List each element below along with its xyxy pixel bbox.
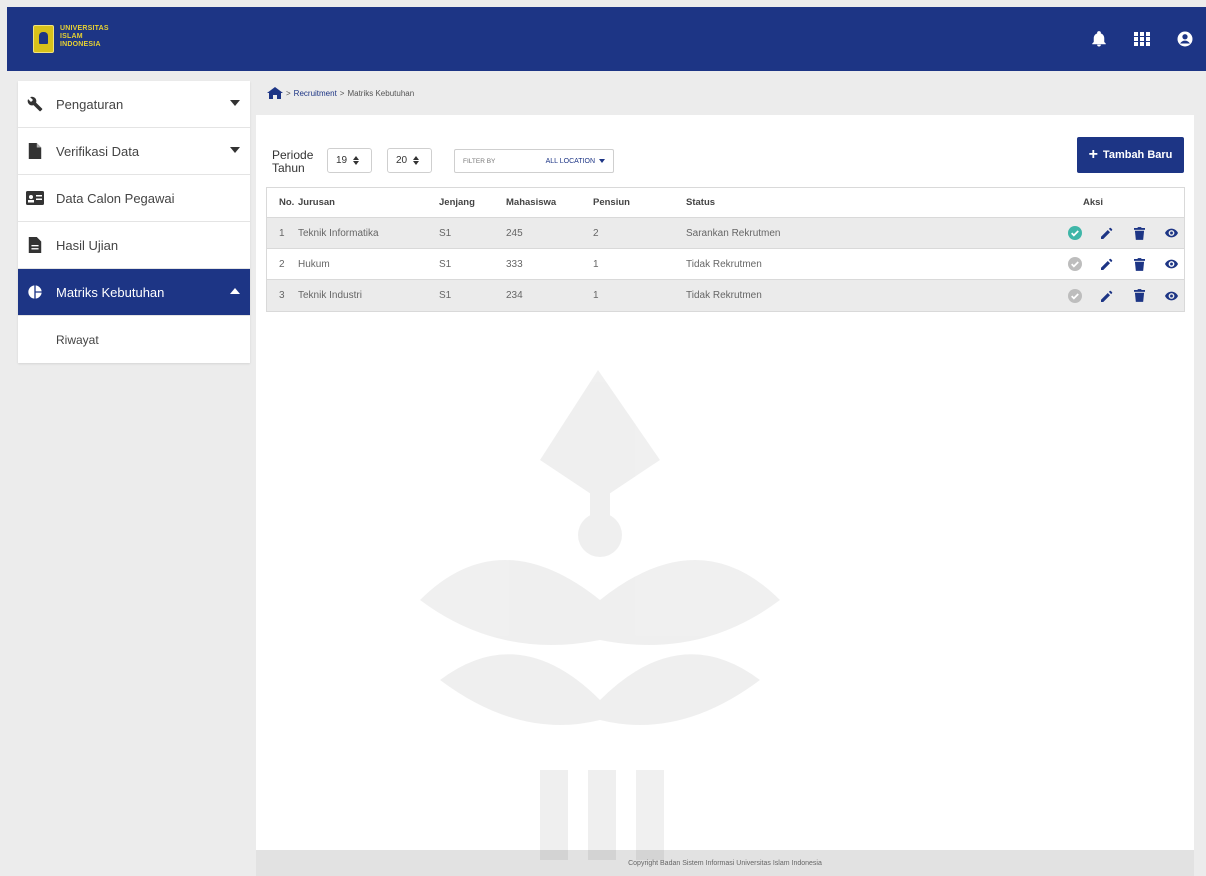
add-new-button[interactable]: + Tambah Baru [1077,137,1184,173]
logo-text: UNIVERSITAS ISLAM INDONESIA [60,25,109,49]
view-eye-icon[interactable] [1164,257,1178,271]
table-header-row: No. Jurusan Jenjang Mahasiswa Pensiun St… [267,188,1184,218]
cell-jurusan: Hukum [298,258,330,270]
col-header-no: No. [279,197,295,208]
delete-trash-icon[interactable] [1132,289,1146,303]
sidebar-item-label: Verifikasi Data [56,143,140,159]
filter-select[interactable]: ALL LOCATION [546,158,605,165]
cell-pensiun: 1 [593,290,599,301]
caret-down-icon [230,147,240,153]
edit-pencil-icon[interactable] [1100,257,1114,271]
cell-jenjang: S1 [439,227,452,239]
sidebar-item-verifikasi-data[interactable]: Verifikasi Data [18,128,250,175]
stepper-arrows-icon[interactable] [353,156,360,165]
periode-label: Periode Tahun [272,149,313,175]
apps-grid-icon[interactable] [1133,30,1151,48]
sidebar-item-data-calon-pegawai[interactable]: Data Calon Pegawai [18,175,250,222]
home-icon[interactable] [267,87,283,99]
requirements-table: No. Jurusan Jenjang Mahasiswa Pensiun St… [266,187,1185,312]
sidebar-item-label: Hasil Ujian [56,237,119,253]
sidebar: Pengaturan Verifikasi Data Data Calon Pe… [18,81,250,363]
filter-value: ALL LOCATION [545,157,595,165]
footer: Copyright Badan Sistem Informasi Univers… [256,850,1194,876]
breadcrumb: > Recruitment > Matriks Kebutuhan [267,87,414,99]
id-card-icon [26,189,44,207]
view-eye-icon[interactable] [1164,226,1178,240]
sidebar-subitem-riwayat[interactable]: Riwayat [18,316,250,363]
file-icon [26,142,44,160]
delete-trash-icon[interactable] [1132,257,1146,271]
plus-icon: + [1088,146,1098,163]
breadcrumb-current: Matriks Kebutuhan [347,88,415,98]
edit-pencil-icon[interactable] [1100,226,1114,240]
cell-pensiun: 1 [593,258,599,270]
table-row[interactable]: 3 Teknik Industri S1 234 1 Tidak Rekrutm… [267,280,1184,311]
stepper-arrows-icon[interactable] [413,156,420,165]
bell-icon[interactable] [1090,30,1108,48]
year-from-stepper[interactable]: 19 [327,148,372,173]
cell-mahasiswa: 245 [506,227,523,239]
cell-jenjang: S1 [439,258,452,270]
sidebar-item-label: Pengaturan [56,96,124,112]
check-circle-icon[interactable] [1068,226,1082,240]
sidebar-item-matriks-kebutuhan[interactable]: Matriks Kebutuhan [18,269,250,316]
university-seal-icon [33,25,54,53]
cell-pensiun: 2 [593,227,599,239]
col-header-status[interactable]: Status [686,188,715,217]
sidebar-item-hasil-ujian[interactable]: Hasil Ujian [18,222,250,269]
cell-mahasiswa: 333 [506,258,523,270]
cell-no: 1 [279,227,285,239]
top-app-bar: UNIVERSITAS ISLAM INDONESIA [7,7,1206,71]
logo-text-line-2: ISLAM [60,33,83,40]
year-to-stepper[interactable]: 20 [387,148,432,173]
cell-jurusan: Teknik Informatika [298,227,379,239]
cell-status: Tidak Rekrutmen [686,290,762,301]
check-circle-icon[interactable] [1068,288,1082,303]
col-header-pensiun[interactable]: Pensiun [593,188,630,217]
delete-trash-icon[interactable] [1132,226,1146,240]
cell-mahasiswa: 234 [506,290,523,301]
col-header-aksi: Aksi [1083,197,1104,208]
cell-status: Sarankan Rekrutmen [686,227,781,239]
sidebar-item-label: Data Calon Pegawai [56,190,175,206]
breadcrumb-separator: > [339,88,345,98]
cell-jurusan: Teknik Industri [298,290,362,301]
user-account-icon[interactable] [1176,30,1194,48]
table-row[interactable]: 1 Teknik Informatika S1 245 2 Sarankan R… [267,218,1184,249]
year-from-value: 19 [336,155,348,166]
sidebar-subitem-label: Riwayat [56,332,99,347]
logo-text-line-3: INDONESIA [60,41,101,48]
edit-pencil-icon[interactable] [1100,289,1114,303]
pie-chart-icon [26,283,44,301]
check-circle-icon[interactable] [1068,257,1082,271]
location-filter[interactable]: FILTER BY ALL LOCATION [454,149,614,173]
chevron-down-icon [599,159,605,163]
university-logo[interactable]: UNIVERSITAS ISLAM INDONESIA [33,25,109,53]
breadcrumb-link-recruitment[interactable]: Recruitment [294,89,337,98]
content-panel: Periode Tahun 19 20 FILTER BY ALL LOCATI… [256,115,1194,850]
add-new-label: Tambah Baru [1102,149,1173,161]
cell-no: 3 [279,290,285,301]
col-header-jenjang[interactable]: Jenjang [439,188,475,217]
cell-status: Tidak Rekrutmen [686,258,762,270]
caret-down-icon [230,100,240,106]
year-to-value: 20 [396,155,408,166]
col-header-jurusan[interactable]: Jurusan [298,188,335,217]
sidebar-item-label: Matriks Kebutuhan [56,284,165,300]
table-row[interactable]: 2 Hukum S1 333 1 Tidak Rekrutmen [267,249,1184,280]
document-icon [26,236,44,254]
logo-text-line-1: UNIVERSITAS [60,25,109,32]
copyright-text: Copyright Badan Sistem Informasi Univers… [628,859,822,867]
col-header-mahasiswa[interactable]: Mahasiswa [506,188,556,217]
wrench-icon [26,95,44,113]
cell-jenjang: S1 [439,290,452,301]
periode-label-line-2: Tahun [272,161,305,175]
breadcrumb-separator: > [286,88,291,98]
caret-up-icon [230,288,240,294]
view-eye-icon[interactable] [1164,289,1178,303]
cell-no: 2 [279,258,285,270]
sidebar-item-pengaturan[interactable]: Pengaturan [18,81,250,128]
filter-label: FILTER BY [463,157,496,165]
